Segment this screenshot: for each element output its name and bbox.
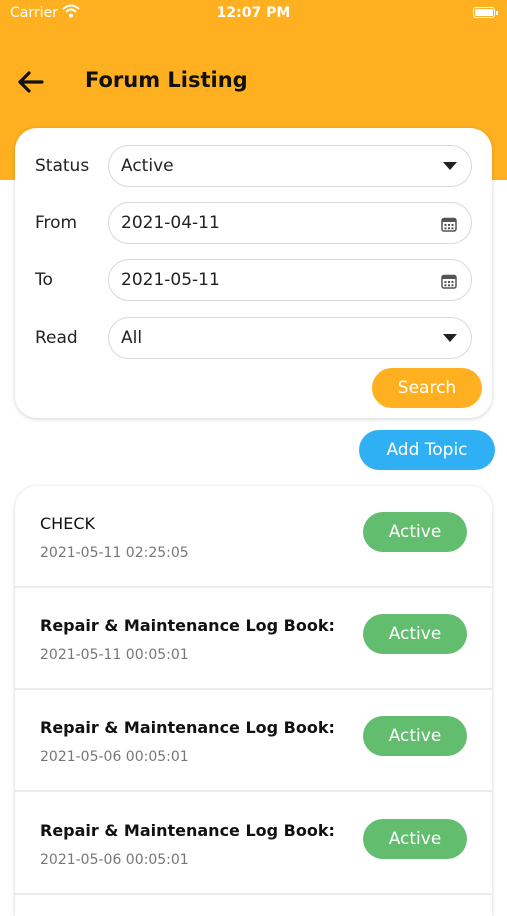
topic-date: 2021-05-11 00:05:01 [40, 647, 189, 663]
chevron-down-icon [443, 334, 457, 342]
search-button[interactable]: Search [372, 368, 482, 408]
clock: 12:07 PM [216, 5, 291, 21]
battery-icon [473, 7, 498, 18]
filter-card: Status Active From 2021-04-11 To 2021-05… [15, 128, 492, 418]
add-topic-button[interactable]: Add Topic [359, 430, 495, 470]
status-bar: Carrier 12:07 PM [0, 0, 507, 30]
topic-title: Repair & Maintenance Log Book: ... [40, 821, 340, 840]
topic-row[interactable]: CHECK 2021-05-11 02:25:05 Active [15, 486, 492, 588]
status-badge: Active [363, 512, 467, 552]
status-value: Active [121, 156, 174, 176]
read-label: Read [35, 328, 78, 348]
page-title: Forum Listing [85, 68, 248, 92]
status-badge: Active [363, 716, 467, 756]
status-dropdown[interactable]: Active [108, 145, 472, 187]
topic-list: CHECK 2021-05-11 02:25:05 Active Repair … [15, 486, 492, 916]
topic-date: 2021-05-11 02:25:05 [40, 545, 189, 561]
status-label: Status [35, 156, 90, 176]
back-button[interactable] [14, 64, 50, 100]
read-dropdown[interactable]: All [108, 317, 472, 359]
from-label: From [35, 213, 78, 233]
topic-title: Repair & Maintenance Log Book: ... [40, 718, 340, 737]
from-date-field[interactable]: 2021-04-11 [108, 202, 472, 244]
to-date-value: 2021-05-11 [121, 270, 220, 290]
topic-date: 2021-05-06 00:05:01 [40, 852, 189, 868]
status-badge: Active [363, 819, 467, 859]
topic-row[interactable]: Repair & Maintenance Log Book: ... 2021-… [15, 588, 492, 690]
to-label: To [35, 270, 53, 290]
chevron-down-icon [443, 162, 457, 170]
from-date-value: 2021-04-11 [121, 213, 220, 233]
calendar-icon [441, 274, 457, 289]
topic-title: Repair & Maintenance Log Book: ... [40, 616, 340, 635]
topic-row[interactable]: Repair & Maintenance Log Book: ... 2021-… [15, 690, 492, 792]
status-badge: Active [363, 614, 467, 654]
topic-date: 2021-05-06 00:05:01 [40, 749, 189, 765]
topic-title: CHECK [40, 514, 95, 533]
arrow-left-icon [18, 71, 44, 93]
calendar-icon [441, 217, 457, 232]
to-date-field[interactable]: 2021-05-11 [108, 259, 472, 301]
topic-row[interactable]: Repair & Maintenance Log Book: ... 2021-… [15, 793, 492, 895]
read-value: All [121, 328, 143, 348]
